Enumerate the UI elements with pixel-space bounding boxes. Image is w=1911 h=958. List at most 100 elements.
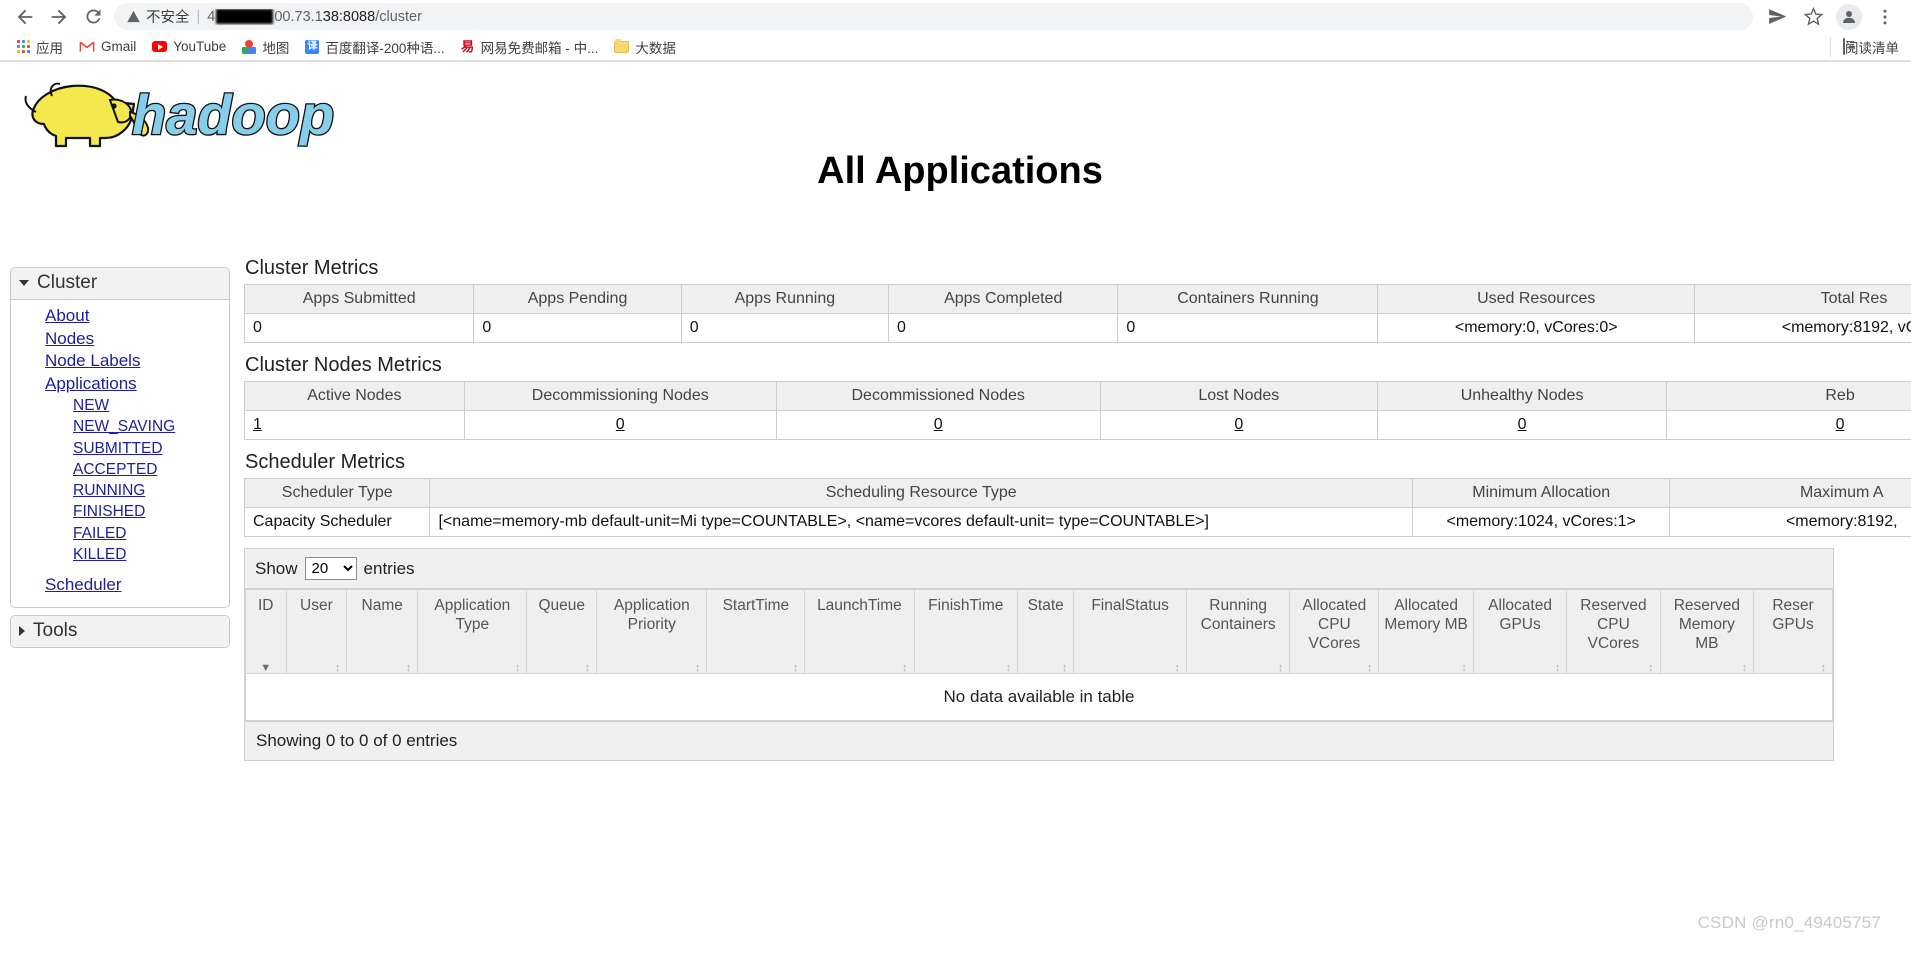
rebooted-nodes-link[interactable]: 0: [1836, 416, 1845, 433]
table-row: Capacity Scheduler [<name=memory-mb defa…: [244, 507, 1911, 537]
forward-button[interactable]: [42, 2, 76, 32]
chrome-menu-button[interactable]: [1867, 2, 1903, 32]
col-total-resources[interactable]: Total Res: [1693, 284, 1911, 314]
back-arrow-icon: [17, 9, 33, 24]
reload-button[interactable]: [76, 2, 110, 32]
column-label: Allocated GPUs: [1488, 597, 1552, 633]
bookmark-netease-mail[interactable]: 易 网易免费邮箱 - 中...: [454, 36, 606, 58]
bookmark-baidu-translate[interactable]: 译 百度翻译-200种语...: [298, 36, 451, 58]
col-minimum-allocation[interactable]: Minimum Allocation: [1411, 478, 1671, 508]
sidebar-item-state-failed[interactable]: FAILED: [11, 523, 229, 544]
col-state[interactable]: State ↕: [1017, 589, 1075, 674]
google-maps-icon: [242, 40, 257, 54]
bookmark-maps[interactable]: 地图: [235, 36, 296, 58]
bookmark-folder-bigdata[interactable]: 大数据: [607, 36, 683, 58]
col-allocated-cpu-vcores[interactable]: Allocated CPU VCores ↕: [1289, 589, 1380, 674]
col-reserved-cpu-vcores[interactable]: Reserved CPU VCores ↕: [1566, 589, 1661, 674]
decommissioning-nodes-link[interactable]: 0: [616, 416, 625, 433]
col-scheduling-resource-type[interactable]: Scheduling Resource Type: [429, 478, 1413, 508]
share-button[interactable]: [1759, 2, 1795, 32]
star-icon: [1803, 6, 1823, 26]
col-scheduler-type[interactable]: Scheduler Type: [244, 478, 431, 508]
col-queue[interactable]: Queue ↕: [526, 589, 598, 674]
sidebar-item-nodes[interactable]: Nodes: [11, 328, 229, 351]
sidebar-item-state-new-saving[interactable]: NEW_SAVING: [11, 416, 229, 437]
cluster-nodes-metrics-table: Active Nodes Decommissioning Nodes Decom…: [244, 381, 1911, 440]
bookmark-youtube[interactable]: YouTube: [145, 36, 233, 58]
lost-nodes-link[interactable]: 0: [1234, 416, 1243, 433]
reading-list-button[interactable]: 阅读清单: [1830, 36, 1901, 57]
col-finishtime[interactable]: FinishTime ↕: [913, 589, 1019, 674]
send-arrow-icon: [1768, 9, 1786, 24]
sidebar-item-node-labels[interactable]: Node Labels: [11, 350, 229, 373]
sidebar-item-scheduler[interactable]: Scheduler: [11, 574, 229, 597]
sidebar-item-state-submitted[interactable]: SUBMITTED: [11, 438, 229, 459]
sidebar-item-applications[interactable]: Applications: [11, 373, 229, 396]
applications-table-wrapper: Show 2050100 entries ID▼User↕Name↕Applic…: [244, 548, 1911, 761]
bookmark-label: 大数据: [635, 40, 676, 56]
col-containers-running[interactable]: Containers Running: [1117, 284, 1379, 314]
sidebar-item-about[interactable]: About: [11, 305, 229, 328]
sidebar-item-state-new[interactable]: NEW: [11, 395, 229, 416]
watermark: CSDN @rn0_49405757: [1697, 913, 1881, 932]
col-rebooted-nodes[interactable]: Reb: [1666, 381, 1911, 411]
bookmark-button[interactable]: [1795, 2, 1831, 32]
col-allocated-gpus[interactable]: Allocated GPUs ↕: [1472, 589, 1568, 674]
chevron-right-icon: [19, 625, 25, 636]
decommissioned-nodes-link[interactable]: 0: [934, 416, 943, 433]
address-bar[interactable]: 不安全 | 4 00.73.1 38 :8088 /cluster: [114, 3, 1753, 30]
col-application-priority[interactable]: Application Priority ↕: [596, 589, 708, 674]
table-header-row: Apps Submitted Apps Pending Apps Running…: [244, 284, 1911, 314]
bookmark-gmail[interactable]: Gmail: [72, 36, 143, 58]
col-running-containers[interactable]: Running Containers ↕: [1185, 589, 1291, 674]
sidebar-item-state-killed[interactable]: KILLED: [11, 544, 229, 565]
active-nodes-link[interactable]: 1: [253, 416, 262, 433]
sidebar-tools-header[interactable]: Tools: [11, 615, 229, 647]
column-label: User: [300, 597, 333, 614]
col-apps-running[interactable]: Apps Running: [680, 284, 890, 314]
col-id[interactable]: ID ▼: [245, 589, 287, 674]
main-content: Cluster Metrics Apps Submitted Apps Pend…: [244, 257, 1911, 958]
sidebar-cluster-header[interactable]: Cluster: [11, 268, 229, 300]
unhealthy-nodes-link[interactable]: 0: [1518, 416, 1527, 433]
col-apps-submitted[interactable]: Apps Submitted: [244, 284, 475, 314]
bookmark-apps[interactable]: 应用: [10, 36, 70, 58]
col-starttime[interactable]: StartTime ↕: [706, 589, 806, 674]
col-decommissioned-nodes[interactable]: Decommissioned Nodes: [775, 381, 1101, 411]
col-application-type[interactable]: Application Type ↕: [417, 589, 528, 674]
cluster-metrics-table: Apps Submitted Apps Pending Apps Running…: [244, 284, 1911, 343]
url-host: 00.73.1: [274, 8, 323, 25]
not-secure-warning-icon: [126, 9, 141, 24]
hadoop-logo[interactable]: hadoop: [14, 72, 384, 150]
col-reserved-memory-mb[interactable]: Reserved Memory MB ↕: [1659, 589, 1755, 674]
url-prefix: 4: [207, 8, 216, 25]
applications-table: ID ▼ User ↕ Name ↕ Application Type ↕ Queue ↕ Appl…: [245, 589, 1833, 721]
col-user[interactable]: User ↕: [285, 589, 348, 674]
cell-maximum-allocation: <memory:8192,: [1669, 507, 1911, 537]
col-apps-pending[interactable]: Apps Pending: [473, 284, 682, 314]
col-name[interactable]: Name ↕: [346, 589, 419, 674]
col-reser-gpus[interactable]: Reser GPUs ↕: [1753, 589, 1833, 674]
col-used-resources[interactable]: Used Resources: [1377, 284, 1695, 314]
sidebar-item-state-running[interactable]: RUNNING: [11, 480, 229, 501]
column-label: Application Type: [434, 597, 511, 633]
col-finalstatus[interactable]: FinalStatus ↕: [1073, 589, 1187, 674]
col-lost-nodes[interactable]: Lost Nodes: [1099, 381, 1379, 411]
col-maximum-allocation[interactable]: Maximum A: [1669, 478, 1911, 508]
col-decommissioning-nodes[interactable]: Decommissioning Nodes: [463, 381, 777, 411]
sidebar-item-state-accepted[interactable]: ACCEPTED: [11, 459, 229, 480]
col-apps-completed[interactable]: Apps Completed: [888, 284, 1119, 314]
sidebar-item-state-finished[interactable]: FINISHED: [11, 501, 229, 522]
table-row: 1 0 0 0 0 0: [244, 410, 1911, 440]
url-path: /cluster: [375, 8, 422, 25]
col-allocated-memory-mb[interactable]: Allocated Memory MB ↕: [1378, 589, 1474, 674]
profile-button[interactable]: [1836, 3, 1862, 30]
column-label: State: [1027, 597, 1064, 614]
col-launchtime[interactable]: LaunchTime ↕: [804, 589, 915, 674]
back-button[interactable]: [8, 2, 42, 32]
column-label: ID: [258, 597, 274, 614]
page-size-select[interactable]: 2050100: [304, 557, 357, 580]
col-unhealthy-nodes[interactable]: Unhealthy Nodes: [1377, 381, 1668, 411]
applications-header-row: ID ▼ User ↕ Name ↕ Application Type ↕ Queue ↕ Appl…: [245, 589, 1833, 674]
col-active-nodes[interactable]: Active Nodes: [244, 381, 465, 411]
